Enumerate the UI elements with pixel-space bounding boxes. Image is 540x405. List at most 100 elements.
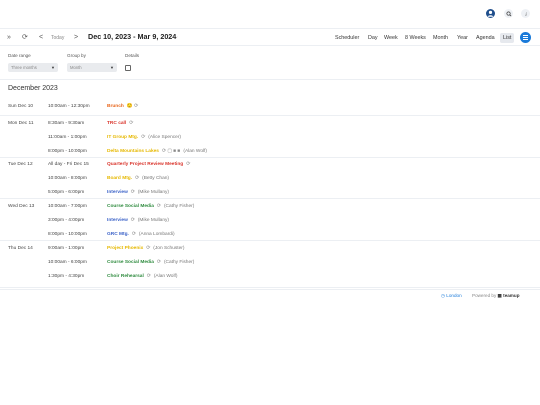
today-button[interactable]: Today — [51, 33, 64, 43]
timezone-label: London — [446, 293, 462, 298]
event-title-group[interactable]: TRC call ⟳ — [107, 121, 133, 126]
group-by-select[interactable]: Month ▼ — [67, 63, 117, 72]
event-title-group[interactable]: IT Group Mtg. ⟳ (Alice Spencer) — [107, 135, 181, 140]
event-title-group[interactable]: Choir Rehearsal ⟳ (Alan Wolf) — [107, 274, 177, 279]
view-year[interactable]: Year — [457, 33, 468, 43]
date-range-title[interactable]: Dec 10, 2023 - Mar 9, 2024 — [88, 32, 176, 42]
event-title-group[interactable]: Project Phoenix ⟳ (Jon Schuster) — [107, 246, 185, 251]
event-row[interactable]: 5:00pm - 6:00pm Interview ⟳ (Mike Mullany) — [0, 190, 540, 200]
event-title: Delta Mountains Lakes — [107, 149, 159, 154]
view-8-weeks[interactable]: 8 Weeks — [405, 33, 426, 43]
refresh-icon[interactable]: ⟳ — [22, 33, 28, 43]
event-title-group[interactable]: Course Social Media ⟳ (Cathy Fisher) — [107, 260, 194, 265]
event-title: Interview — [107, 218, 128, 223]
event-title-group[interactable]: Delta Mountains Lakes ⟳ ▢ ■ ■ (Alan Wolf) — [107, 149, 207, 154]
day-group: Mon Dec 11 8:30am - 9:30am TRC call ⟳ 11:00a… — [0, 117, 540, 158]
view-scheduler[interactable]: Scheduler — [335, 33, 359, 43]
next-button[interactable]: > — [74, 33, 78, 43]
event-attendee: (Alan Wolf) — [183, 149, 207, 154]
menu-button[interactable] — [520, 32, 531, 43]
details-checkbox[interactable] — [125, 64, 131, 71]
event-attendee: (Cathy Fisher) — [163, 260, 195, 265]
event-row[interactable]: 10:00am - 8:00pm Board Mtg. ⟳ (Betty Chan) — [0, 176, 540, 186]
powered-by-text: Powered by — [472, 293, 497, 298]
event-row[interactable]: 10:00am - 6:00pm Course Social Media ⟳ (Cat… — [0, 260, 540, 270]
event-title: Board Mtg. — [107, 176, 133, 181]
search-icon[interactable] — [504, 9, 513, 18]
event-row[interactable]: 8:00pm - 10:00pm GRC Mtg. ⟳ (Anna Lombardi) — [0, 232, 540, 242]
event-row[interactable]: 8:30am - 9:30am TRC call ⟳ — [0, 121, 540, 131]
event-row[interactable]: All day - Fri Dec 15 Quarterly Project Re… — [0, 162, 540, 172]
brand-name: teamup — [503, 293, 520, 298]
event-time: 10:00am - 7:00pm — [48, 204, 87, 209]
event-time: 10:00am - 12:30pm — [48, 104, 90, 109]
event-row[interactable]: 1:30pm - 4:30pm Choir Rehearsal ⟳ (Alan Wol… — [0, 274, 540, 284]
collapse-sidebar-icon[interactable]: » — [7, 33, 11, 43]
event-attendee: (Betty Chan) — [142, 176, 170, 181]
details-label: Details — [125, 53, 140, 58]
event-row[interactable]: 9:00am - 1:00pm Project Phoenix ⟳ (Jon Schu… — [0, 246, 540, 256]
event-title: GRC Mtg. — [107, 232, 129, 237]
date-range-value: Three months — [11, 65, 37, 70]
event-attendee: (Alice Spencer) — [148, 135, 182, 140]
view-week[interactable]: Week — [384, 33, 398, 43]
event-time: 3:00pm - 4:00pm — [48, 218, 85, 223]
event-title: Course Social Media — [107, 204, 154, 209]
view-day[interactable]: Day — [368, 33, 378, 43]
event-time: 8:00pm - 10:00pm — [48, 149, 87, 154]
view-list[interactable]: List — [500, 33, 515, 43]
event-title-group[interactable]: Brunch 🙂 ⟳ — [107, 104, 138, 109]
month-heading: December 2023 — [8, 85, 58, 92]
event-sync-icon: ⟳ — [141, 135, 146, 140]
day-group: Thu Dec 14 9:00am - 1:00pm Project Phoenix… — [0, 242, 540, 288]
event-time: 8:30am - 9:30am — [48, 121, 85, 126]
event-title-group[interactable]: Interview ⟳ (Mike Mullany) — [107, 190, 169, 195]
timezone-link[interactable]: ◷ London — [441, 293, 462, 299]
event-time: 10:00am - 6:00pm — [48, 260, 87, 265]
event-attendee: (Alan Wolf) — [153, 274, 178, 279]
event-sync-icon: 🙂 ⟳ — [126, 104, 139, 109]
view-month[interactable]: Month — [433, 33, 448, 43]
info-icon[interactable]: i — [521, 9, 530, 18]
event-title: Choir Rehearsal — [107, 274, 144, 279]
view-agenda[interactable]: Agenda — [476, 33, 495, 43]
event-title: Project Phoenix — [107, 246, 144, 251]
event-sync-icon: ⟳ — [130, 190, 135, 195]
event-sync-icon: ⟳ — [156, 260, 161, 265]
event-title-group[interactable]: Board Mtg. ⟳ (Betty Chan) — [107, 176, 169, 181]
group-by-label: Group by — [67, 53, 86, 58]
powered-by[interactable]: Powered by ▦ teamup — [472, 293, 520, 299]
calendar-toolbar: » ⟳ < Today > Dec 10, 2023 - Mar 9, 2024… — [0, 28, 540, 46]
event-title: IT Group Mtg. — [107, 135, 139, 140]
event-sync-icon: ⟳ — [156, 204, 161, 209]
event-sync-icon: ⟳ — [129, 121, 134, 126]
event-time: 1:30pm - 4:30pm — [48, 274, 85, 279]
event-sync-icon: ⟳ — [135, 176, 140, 181]
caret-down-icon: ▼ — [51, 65, 55, 70]
date-range-select[interactable]: Three months ▼ — [8, 63, 58, 72]
avatar-icon[interactable] — [486, 9, 495, 18]
event-title-group[interactable]: Course Social Media ⟳ (Cathy Fisher) — [107, 204, 194, 209]
footer: ◷ London Powered by ▦ teamup — [0, 289, 540, 301]
event-sync-icon: ⟳ — [131, 232, 136, 237]
list-filters: Date range Three months ▼ Group by Month… — [0, 50, 540, 80]
event-title-group[interactable]: Interview ⟳ (Mike Mullany) — [107, 218, 169, 223]
event-row[interactable]: 10:00am - 7:00pm Course Social Media ⟳ (Cat… — [0, 204, 540, 214]
event-time: 9:00am - 1:00pm — [48, 246, 85, 251]
prev-button[interactable]: < — [39, 33, 43, 43]
event-attendee: (Jon Schuster) — [153, 246, 185, 251]
event-sync-icon: ⟳ — [146, 274, 151, 279]
event-title-group[interactable]: Quarterly Project Review Meeting ⟳ — [107, 162, 190, 167]
event-time: 5:00pm - 6:00pm — [48, 190, 85, 195]
group-by-value: Month — [70, 65, 82, 70]
svg-text:i: i — [525, 12, 527, 16]
day-group: Sun Dec 10 10:00am - 12:30pm Brunch 🙂 ⟳ — [0, 100, 540, 116]
range-chevron-icon[interactable]: ⌵ — [173, 33, 178, 43]
event-row[interactable]: 11:00am - 1:00pm IT Group Mtg. ⟳ (Alice Spe… — [0, 135, 540, 145]
event-row[interactable]: 10:00am - 12:30pm Brunch 🙂 ⟳ — [0, 104, 540, 114]
event-row[interactable]: 3:00pm - 4:00pm Interview ⟳ (Mike Mullany) — [0, 218, 540, 228]
event-time: 8:00pm - 10:00pm — [48, 232, 87, 237]
event-time: 10:00am - 8:00pm — [48, 176, 87, 181]
event-title-group[interactable]: GRC Mtg. ⟳ (Anna Lombardi) — [107, 232, 175, 237]
event-title: Interview — [107, 190, 128, 195]
